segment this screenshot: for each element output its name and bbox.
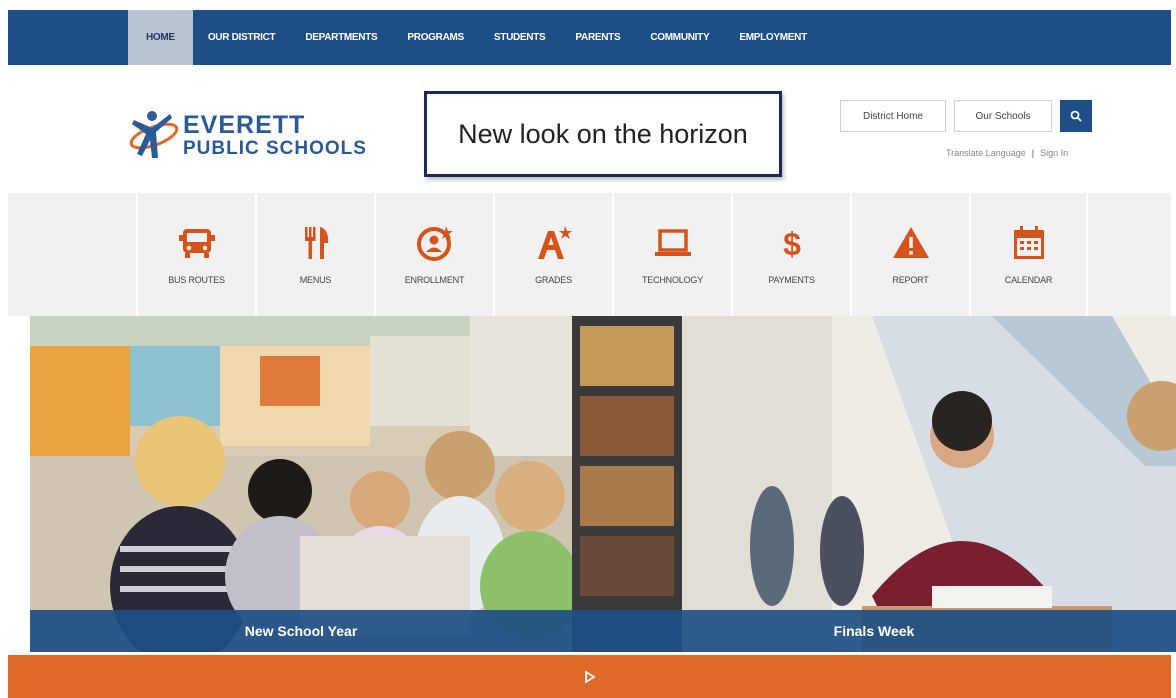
carousel-control-bar <box>8 655 1171 698</box>
announcement-banner: New look on the horizon <box>424 91 782 177</box>
search-button[interactable] <box>1060 100 1092 132</box>
svg-text:$: $ <box>783 226 801 262</box>
grades-icon <box>537 226 572 259</box>
nav-item-our-district[interactable]: OUR DISTRICT <box>193 10 291 65</box>
quick-link-label: PAYMENTS <box>768 275 815 285</box>
classroom-photo <box>30 316 572 652</box>
quick-link-bus-routes[interactable]: BUS ROUTES <box>136 193 255 316</box>
bus-icon <box>178 229 215 258</box>
quick-link-calendar[interactable]: CALENDAR <box>969 193 1088 316</box>
quick-links-bar: BUS ROUTES MENUS ENROLLMENT GRADES TECHN… <box>8 193 1171 316</box>
quick-link-label: ENROLLMENT <box>404 275 465 285</box>
quick-link-menus[interactable]: MENUS <box>255 193 374 316</box>
library-photo <box>572 316 1176 652</box>
nav-item-community[interactable]: COMMUNITY <box>635 10 724 65</box>
nav-item-parents[interactable]: PARENTS <box>560 10 635 65</box>
district-logo[interactable]: EVERETT PUBLIC SCHOOLS <box>128 106 378 162</box>
quick-link-enrollment[interactable]: ENROLLMENT <box>374 193 493 316</box>
nav-item-home[interactable]: HOME <box>128 10 193 65</box>
play-button[interactable] <box>580 667 600 687</box>
play-icon <box>584 670 595 683</box>
quick-link-grades[interactable]: GRADES <box>493 193 612 316</box>
calendar-icon <box>1013 226 1044 259</box>
nav-item-programs[interactable]: PROGRAMS <box>392 10 479 65</box>
search-icon <box>1070 110 1082 122</box>
quick-link-label: MENUS <box>299 275 332 285</box>
page: HOME OUR DISTRICT DEPARTMENTS PROGRAMS S… <box>0 0 1176 698</box>
nav-item-departments[interactable]: DEPARTMENTS <box>290 10 392 65</box>
quick-link-label: REPORT <box>892 275 929 285</box>
fork-knife-icon <box>304 227 328 259</box>
quick-link-label: TECHNOLOGY <box>641 275 703 285</box>
logo-figure-icon <box>129 111 179 158</box>
warning-icon <box>892 227 929 258</box>
logo-text-public-schools: PUBLIC SCHOOLS <box>183 138 367 159</box>
district-home-button[interactable]: District Home <box>840 100 946 132</box>
utility-links: Translate Language | Sign In <box>946 148 1068 158</box>
slide-caption[interactable]: New School Year <box>30 610 572 652</box>
nav-item-students[interactable]: STUDENTS <box>479 10 561 65</box>
sign-in-link[interactable]: Sign In <box>1040 148 1068 158</box>
logo-text-everett: EVERETT <box>183 111 306 139</box>
our-schools-button[interactable]: Our Schools <box>954 100 1052 132</box>
quick-link-report[interactable]: REPORT <box>850 193 969 316</box>
dollar-icon: $ <box>783 226 801 262</box>
nav-item-employment[interactable]: EMPLOYMENT <box>724 10 822 65</box>
hero-carousel: New School Year Finals Week <box>30 316 1176 652</box>
hero-slide-finals-week[interactable]: Finals Week <box>572 316 1176 652</box>
enrollment-icon <box>416 226 453 261</box>
hero-slide-new-school-year[interactable]: New School Year <box>30 316 572 652</box>
quick-link-label: BUS ROUTES <box>168 275 225 285</box>
nav-list: HOME OUR DISTRICT DEPARTMENTS PROGRAMS S… <box>128 10 822 65</box>
quick-link-label: CALENDAR <box>1004 275 1053 285</box>
slide-caption[interactable]: Finals Week <box>572 610 1176 652</box>
utility-separator: | <box>1031 148 1035 158</box>
laptop-icon <box>654 229 691 256</box>
translate-language-link[interactable]: Translate Language <box>946 148 1026 158</box>
quick-link-payments[interactable]: $ PAYMENTS <box>731 193 850 316</box>
top-navigation: HOME OUR DISTRICT DEPARTMENTS PROGRAMS S… <box>8 10 1171 65</box>
quick-link-label: GRADES <box>535 275 572 285</box>
quick-link-technology[interactable]: TECHNOLOGY <box>612 193 731 316</box>
